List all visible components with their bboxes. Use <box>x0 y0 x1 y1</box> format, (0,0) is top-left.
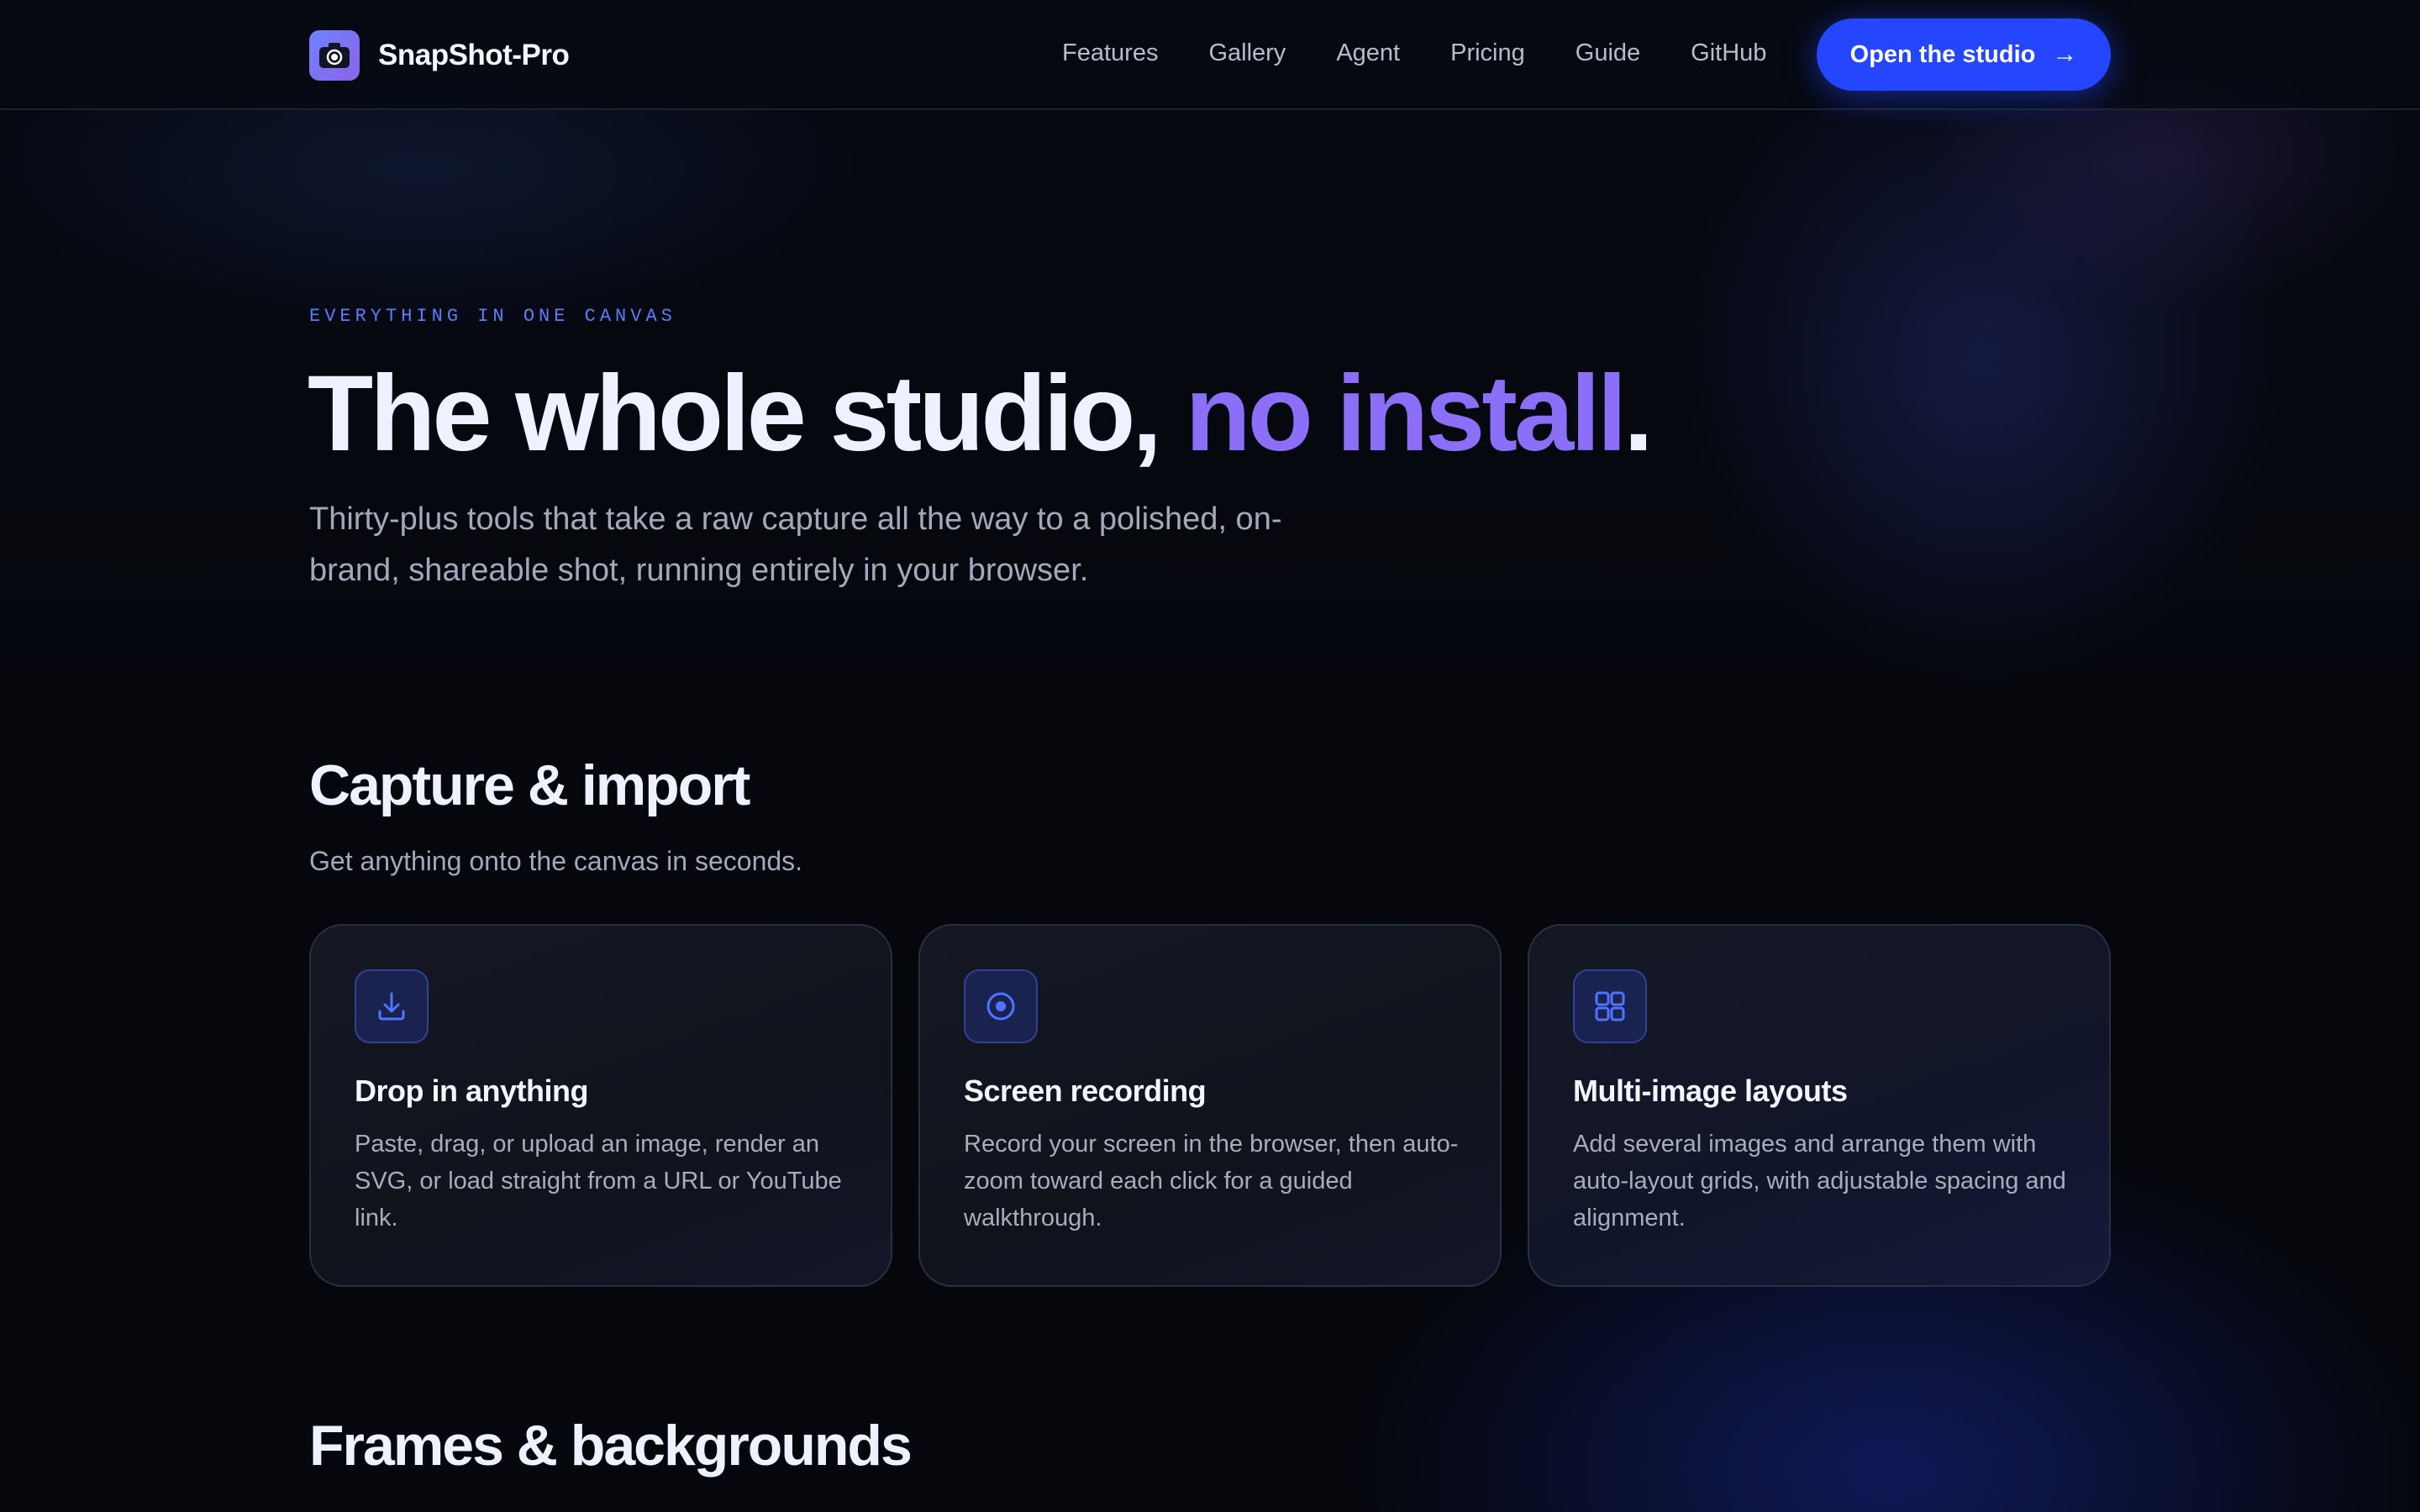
camera-icon <box>309 30 360 81</box>
feature-card-text: Record your screen in the browser, then … <box>964 1131 1459 1231</box>
arrow-right-icon: → <box>2052 40 2078 68</box>
brand-name: SnapShot-Pro <box>378 39 570 71</box>
feature-card-drop-in[interactable]: Drop in anything Paste, drag, or upload … <box>309 924 892 1287</box>
open-studio-button[interactable]: Open the studio → <box>1817 18 2111 91</box>
hero-headline: The whole studio, no install. <box>308 353 1654 475</box>
feature-card-title: Drop in anything <box>355 1074 588 1108</box>
download-icon <box>355 969 429 1043</box>
nav-link-gallery[interactable]: Gallery <box>1208 39 1286 67</box>
feature-card-screen-recording[interactable]: Screen recording Record your screen in t… <box>918 924 1502 1287</box>
hero-subtitle: Thirty-plus tools that take a raw captur… <box>309 501 1282 588</box>
record-icon <box>964 969 1038 1043</box>
feature-card-title: Multi-image layouts <box>1573 1074 1848 1108</box>
section-title-frames-backgrounds: Frames & backgrounds <box>309 1414 913 1478</box>
feature-card-text: Paste, drag, or upload an image, render … <box>355 1131 842 1231</box>
feature-card-title: Screen recording <box>964 1074 1207 1108</box>
feature-cards: Drop in anything Paste, drag, or upload … <box>309 924 2111 1287</box>
nav-link-features[interactable]: Features <box>1062 39 1158 67</box>
landing-page: SnapShot-Pro Features Gallery Agent Pric… <box>0 0 2420 1512</box>
section-title-capture-import: Capture & import <box>309 753 750 817</box>
grid-icon <box>1573 969 1647 1043</box>
headline-main: The whole studio, <box>308 354 1186 474</box>
nav-link-agent[interactable]: Agent <box>1336 39 1400 67</box>
feature-card-text: Add several images and arrange them with… <box>1573 1131 2066 1231</box>
open-studio-label: Open the studio <box>1849 40 2036 68</box>
top-navigation: SnapShot-Pro Features Gallery Agent Pric… <box>0 0 2420 110</box>
feature-card-multi-image[interactable]: Multi-image layouts Add several images a… <box>1528 924 2111 1287</box>
nav-link-pricing[interactable]: Pricing <box>1450 39 1525 67</box>
headline-accent: no install <box>1185 354 1627 474</box>
section-subtitle-capture-import: Get anything onto the canvas in seconds. <box>309 846 803 876</box>
brand[interactable]: SnapShot-Pro <box>309 30 570 81</box>
nav-links: Features Gallery Agent Pricing Guide Git… <box>1062 32 1766 74</box>
nav-link-guide[interactable]: Guide <box>1576 39 1640 67</box>
hero-eyebrow: EVERYTHING IN ONE CANVAS <box>309 306 676 327</box>
headline-end: . <box>1623 354 1654 474</box>
nav-link-github[interactable]: GitHub <box>1691 39 1766 67</box>
